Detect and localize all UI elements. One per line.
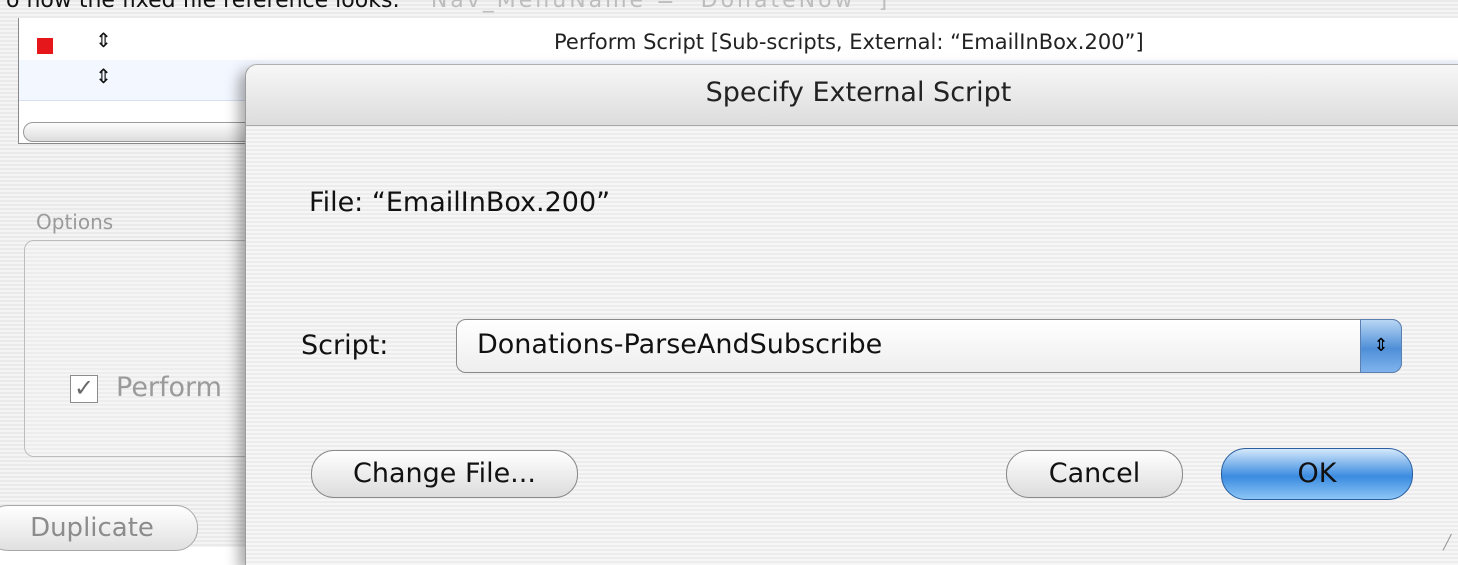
ok-button[interactable]: OK — [1221, 448, 1413, 500]
change-file-button[interactable]: Change File... — [311, 450, 578, 498]
perform-checkbox[interactable]: ✓ — [70, 375, 98, 403]
dialog-title: Specify External Script — [705, 77, 1012, 108]
drag-handle-icon[interactable]: ⇕ — [95, 28, 112, 52]
script-step-row[interactable]: ⇕ Perform Script [Sub-scripts, External:… — [19, 24, 1458, 65]
options-group-box — [24, 240, 266, 457]
specify-external-script-dialog: Specify External Script File: “EmailInBo… — [245, 64, 1458, 565]
drag-handle-icon[interactable]: ⇕ — [95, 64, 112, 88]
dialog-titlebar: Specify External Script — [246, 65, 1458, 126]
resize-grip-icon[interactable]: ╱ — [1443, 535, 1458, 551]
script-popup-value: Donations-ParseAndSubscribe — [477, 329, 883, 360]
breakpoint-icon[interactable] — [37, 38, 53, 54]
cancel-button[interactable]: Cancel — [1006, 450, 1183, 498]
popup-arrows-icon[interactable]: ⇕ — [1360, 319, 1402, 373]
script-popup-menu[interactable]: Donations-ParseAndSubscribe ⇕ — [456, 319, 1402, 373]
duplicate-button[interactable]: Duplicate — [0, 505, 198, 551]
file-reference-text: File: “EmailInBox.200” — [309, 187, 611, 218]
caption-text: o how the fixed file reference looks: Na… — [6, 0, 890, 13]
script-label: Script: — [301, 330, 389, 361]
caption-main: o how the fixed file reference looks: — [6, 0, 400, 13]
script-step-text: Perform Script [Sub-scripts, External: “… — [554, 30, 1144, 54]
perform-checkbox-label: Perform — [116, 372, 222, 403]
caption-faded: Nav_MenuName = "DonateNow" ] — [430, 0, 891, 13]
options-group-label: Options — [36, 210, 114, 234]
